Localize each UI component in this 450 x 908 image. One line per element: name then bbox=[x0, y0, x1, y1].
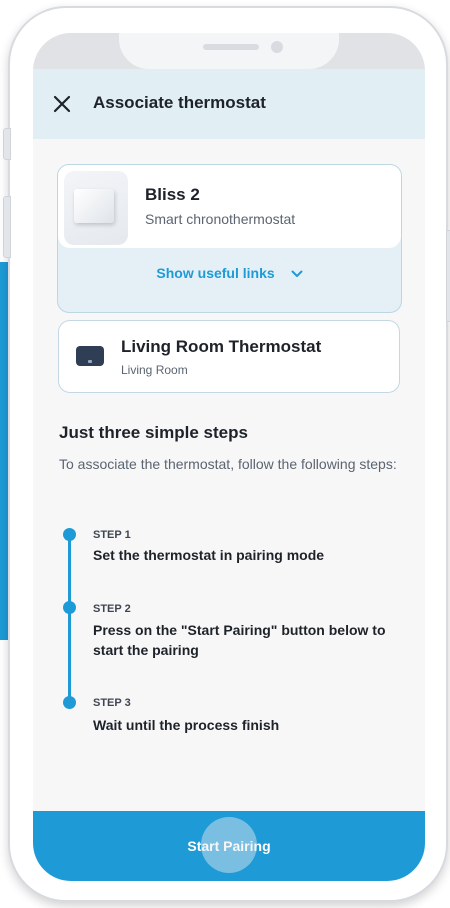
touch-indicator bbox=[201, 817, 257, 873]
status-area bbox=[33, 33, 425, 69]
show-useful-links-label: Show useful links bbox=[156, 265, 275, 281]
page-title: Associate thermostat bbox=[93, 93, 266, 112]
show-useful-links-button[interactable]: Show useful links bbox=[58, 265, 401, 281]
room-card[interactable]: Living Room Thermostat Living Room bbox=[58, 320, 400, 393]
steps-heading: Just three simple steps bbox=[59, 423, 248, 442]
phone-side-button bbox=[3, 128, 11, 160]
camera-icon bbox=[271, 41, 283, 53]
room-location: Living Room bbox=[121, 363, 188, 377]
app-header: Associate thermostat bbox=[33, 69, 425, 139]
thermostat-icon-indicator bbox=[88, 360, 92, 363]
device-name: Bliss 2 bbox=[145, 185, 200, 204]
step-1-label: STEP 1 bbox=[93, 529, 131, 541]
device-type: Smart chronothermostat bbox=[145, 211, 296, 227]
device-card-top: Bliss 2 Smart chronothermostat bbox=[58, 165, 401, 248]
chevron-down-icon bbox=[291, 270, 303, 278]
thermostat-device-shape bbox=[74, 189, 114, 223]
step-2-label: STEP 2 bbox=[93, 603, 131, 615]
phone-side-button bbox=[446, 230, 450, 322]
step-2-dot bbox=[63, 601, 76, 614]
speaker-icon bbox=[203, 44, 259, 50]
step-1-text: Set the thermostat in pairing mode bbox=[93, 547, 325, 563]
close-icon[interactable] bbox=[51, 93, 73, 115]
phone-notch bbox=[119, 33, 339, 69]
step-3-label: STEP 3 bbox=[93, 697, 131, 709]
step-1-dot bbox=[63, 528, 76, 541]
step-3-text: Wait until the process finish bbox=[93, 717, 280, 733]
thermostat-image bbox=[64, 171, 128, 245]
app-screen: Associate thermostat Bliss 2 Smart chron… bbox=[33, 33, 425, 881]
phone-side-button bbox=[3, 196, 11, 258]
steps-timeline bbox=[68, 535, 71, 703]
thermostat-icon bbox=[76, 346, 104, 366]
device-card: Bliss 2 Smart chronothermostat Show usef… bbox=[57, 164, 402, 313]
room-thermostat-name: Living Room Thermostat bbox=[121, 337, 322, 356]
step-2-text: Press on the "Start Pairing" button belo… bbox=[93, 622, 386, 658]
step-3-dot bbox=[63, 696, 76, 709]
steps-description: To associate the thermostat, follow the … bbox=[59, 456, 397, 472]
